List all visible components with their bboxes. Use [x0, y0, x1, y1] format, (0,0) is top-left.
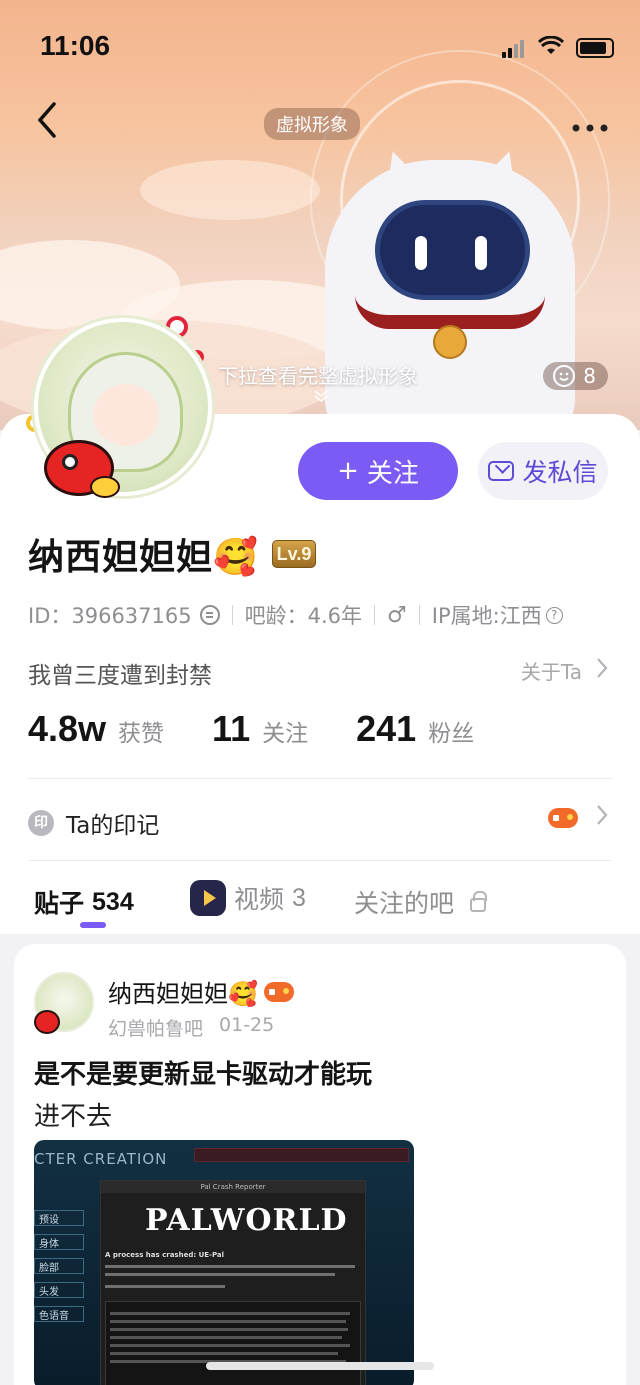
gamepad-icon: [263, 980, 294, 1004]
post-author-name: 纳西妲妲妲🥰: [108, 980, 258, 1008]
like-count: 8: [583, 364, 596, 388]
divider: [28, 778, 612, 779]
gamepad-icon: [548, 806, 578, 830]
game-logo: PALWORLD: [145, 1203, 348, 1238]
help-icon[interactable]: ?: [545, 606, 563, 624]
wifi-icon: [537, 35, 565, 60]
image-side-item: 预设: [34, 1210, 84, 1226]
chevron-right-icon: [596, 657, 608, 684]
tab-forums-label: 关注的吧: [354, 889, 455, 918]
divider: [374, 605, 376, 625]
pull-down-hint: 下拉查看完整虚拟形象: [218, 364, 418, 388]
about-label: 关于Ta: [520, 660, 582, 684]
imprint-icon: 印: [28, 810, 54, 836]
back-button[interactable]: [36, 100, 66, 144]
profile-page: 11:06 虚拟形象 下拉查看完整虚拟形象 8 + 关注 发私信 纳西妲妲妲🥰 …: [0, 0, 640, 1385]
post-date: 01-25: [219, 1014, 275, 1036]
tab-posts[interactable]: 贴子 534: [34, 884, 134, 920]
smile-icon: [553, 365, 576, 387]
likes-label: 获赞: [118, 721, 165, 747]
following-count[interactable]: 11: [212, 708, 250, 750]
cat-bell: [433, 325, 467, 359]
post-meta: 幻兽帕鲁吧 01-25: [108, 1014, 274, 1041]
chevron-right-icon: [596, 804, 608, 831]
video-icon: [190, 880, 226, 916]
tab-posts-count: 534: [92, 887, 134, 916]
copy-icon[interactable]: [199, 605, 220, 625]
forum-age: 吧龄：4.6年: [244, 604, 363, 628]
post-body: 进不去: [34, 1102, 113, 1132]
male-icon: ♂: [387, 602, 407, 628]
image-alert-bar: [194, 1148, 409, 1162]
imprint-badges[interactable]: [548, 804, 608, 831]
crash-details-box: [105, 1301, 361, 1385]
bio: 我曾三度遭到封禁: [28, 663, 212, 689]
divider: [28, 860, 612, 861]
follow-button[interactable]: + 关注: [298, 442, 458, 500]
level-badge[interactable]: Lv.9: [272, 540, 316, 568]
message-button[interactable]: 发私信: [478, 442, 608, 500]
home-indicator[interactable]: [206, 1362, 434, 1370]
post-card[interactable]: 纳西妲妲妲🥰 幻兽帕鲁吧 01-25 是不是要更新显卡驱动才能玩 进不去 CTE…: [14, 944, 626, 1385]
imprint-label: Ta的印记: [66, 813, 160, 839]
post-forum[interactable]: 幻兽帕鲁吧: [108, 1014, 203, 1041]
cat-eye: [475, 236, 487, 270]
virtual-avatar-tag[interactable]: 虚拟形象: [264, 108, 360, 140]
cloud: [140, 160, 320, 220]
crash-message: A process has crashed: UE-Pal: [105, 1251, 225, 1259]
image-side-item: 身体: [34, 1234, 84, 1250]
tab-videos-label: 视频: [234, 885, 285, 914]
profile-meta: ID：396637165 吧龄：4.6年 ♂ IP属地:江西 ?: [28, 600, 563, 630]
post-author[interactable]: 纳西妲妲妲🥰: [108, 974, 294, 1009]
tab-videos-count: 3: [292, 883, 306, 912]
crash-window-title: Pal Crash Reporter: [101, 1181, 365, 1193]
tab-followed-forums[interactable]: 关注的吧: [354, 884, 488, 920]
tab-videos[interactable]: 视频 3: [190, 880, 306, 916]
likes-count: 4.8w: [28, 708, 107, 749]
divider: [418, 605, 420, 625]
cat-visor: [375, 200, 530, 300]
image-heading: CTER CREATION: [34, 1150, 168, 1168]
avatar-like-button[interactable]: 8: [543, 362, 608, 390]
mail-icon: [488, 461, 515, 481]
post-title: 是不是要更新显卡驱动才能玩: [34, 1060, 373, 1090]
koi-badge-icon: [40, 436, 124, 506]
chevron-down-icon: [313, 388, 329, 407]
battery-icon: [576, 38, 614, 58]
nickname: 纳西妲妲妲🥰: [28, 537, 259, 578]
image-side-item: 色语音: [34, 1306, 84, 1322]
lock-icon: [470, 891, 488, 912]
koi-badge-icon: [34, 1010, 60, 1034]
tab-indicator: [80, 922, 106, 928]
message-label: 发私信: [522, 458, 598, 487]
content-tabs: 贴子 534 视频 3 关注的吧: [0, 878, 640, 934]
tab-posts-label: 贴子: [34, 889, 85, 918]
signal-icon: [502, 39, 526, 58]
imprint-row[interactable]: 印 Ta的印记: [28, 806, 159, 840]
crash-reporter-window: Pal Crash Reporter PALWORLD A process ha…: [100, 1180, 366, 1385]
about-link[interactable]: 关于Ta: [521, 656, 608, 685]
followers-label[interactable]: 粉丝: [428, 714, 474, 748]
divider: [231, 605, 233, 625]
user-id: ID：396637165: [28, 604, 192, 628]
cat-eye: [415, 236, 427, 270]
status-time: 11:06: [40, 30, 111, 61]
image-side-item: 头发: [34, 1282, 84, 1298]
follow-label: 关注: [366, 458, 419, 489]
stats-row: 4.8w 获赞 11 关注 241 粉丝: [28, 708, 510, 750]
ip-location: IP属地:江西: [431, 604, 542, 628]
status-icons: [502, 35, 614, 60]
plus-icon: +: [337, 456, 359, 486]
image-side-item: 脸部: [34, 1258, 84, 1274]
more-options-button[interactable]: [572, 106, 608, 136]
following-label[interactable]: 关注: [262, 714, 308, 748]
followers-count[interactable]: 241: [356, 708, 416, 750]
cat-collar: [355, 295, 545, 329]
post-image[interactable]: CTER CREATION 预设 身体 脸部 头发 色语音 Pal Crash …: [34, 1140, 414, 1385]
